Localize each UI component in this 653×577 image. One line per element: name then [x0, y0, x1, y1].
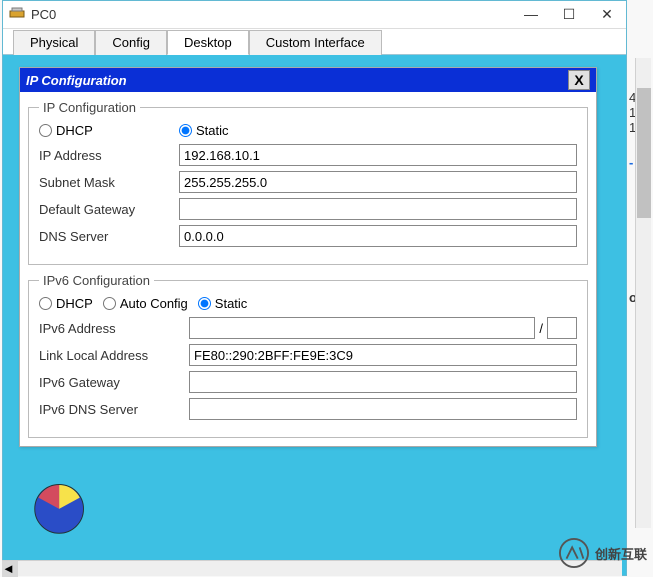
- tab-physical[interactable]: Physical: [13, 30, 95, 55]
- ipv6-static-radio[interactable]: [198, 297, 211, 310]
- subnet-mask-label: Subnet Mask: [39, 175, 179, 190]
- watermark: 创新互联: [559, 538, 647, 568]
- ipv6-gateway-input[interactable]: [189, 371, 577, 393]
- app-icon: [9, 5, 25, 24]
- desktop-app-icon[interactable]: [31, 477, 91, 537]
- dns-server-input[interactable]: [179, 225, 577, 247]
- ipv6-prefix-input[interactable]: [547, 317, 577, 339]
- watermark-text: 创新互联: [595, 544, 647, 563]
- default-gateway-input[interactable]: [179, 198, 577, 220]
- static-radio-label[interactable]: Static: [179, 123, 229, 138]
- prefix-separator: /: [535, 321, 547, 336]
- horizontal-scrollbar[interactable]: ◄: [2, 560, 622, 576]
- vertical-scrollbar[interactable]: [635, 58, 651, 528]
- link-local-input[interactable]: [189, 344, 577, 366]
- ipv6-static-radio-label[interactable]: Static: [198, 296, 248, 311]
- tab-config[interactable]: Config: [95, 30, 167, 55]
- brand-logo-icon: [559, 538, 589, 568]
- window-title: PC0: [31, 7, 56, 22]
- ipv4-fieldset: IP Configuration DHCP Static IP Address: [28, 100, 588, 265]
- ipv6-auto-radio-label[interactable]: Auto Config: [103, 296, 188, 311]
- tab-custom-interface[interactable]: Custom Interface: [249, 30, 382, 55]
- ip-address-input[interactable]: [179, 144, 577, 166]
- ipv6-dns-input[interactable]: [189, 398, 577, 420]
- ipv6-dhcp-radio-label[interactable]: DHCP: [39, 296, 93, 311]
- ipv6-auto-radio[interactable]: [103, 297, 116, 310]
- pc0-window: PC0 — ☐ ✕ Physical Config Desktop Custom…: [2, 0, 627, 576]
- dns-server-label: DNS Server: [39, 229, 179, 244]
- subwindow-title-bar: IP Configuration X: [20, 68, 596, 92]
- ipv4-legend: IP Configuration: [39, 100, 140, 115]
- window-close-button[interactable]: ✕: [588, 2, 626, 28]
- scroll-left-button[interactable]: ◄: [2, 561, 18, 577]
- subwindow-close-button[interactable]: X: [568, 70, 590, 90]
- ipv6-address-label: IPv6 Address: [39, 321, 189, 336]
- desktop-area: IP Configuration X IP Configuration DHCP…: [3, 55, 626, 575]
- title-bar: PC0 — ☐ ✕: [3, 1, 626, 29]
- static-radio[interactable]: [179, 124, 192, 137]
- link-local-label: Link Local Address: [39, 348, 189, 363]
- ipv6-fieldset: IPv6 Configuration DHCP Auto Config Stat…: [28, 273, 588, 438]
- subwindow-title: IP Configuration: [26, 73, 568, 88]
- tab-bar: Physical Config Desktop Custom Interface: [3, 29, 626, 55]
- dhcp-radio-label[interactable]: DHCP: [39, 123, 169, 138]
- default-gateway-label: Default Gateway: [39, 202, 179, 217]
- maximize-button[interactable]: ☐: [550, 2, 588, 28]
- tab-desktop[interactable]: Desktop: [167, 30, 249, 55]
- minimize-button[interactable]: —: [512, 2, 550, 28]
- ipv6-dns-label: IPv6 DNS Server: [39, 402, 189, 417]
- dhcp-radio[interactable]: [39, 124, 52, 137]
- vertical-scroll-thumb[interactable]: [637, 88, 651, 218]
- ip-configuration-window: IP Configuration X IP Configuration DHCP…: [19, 67, 597, 447]
- ipv6-legend: IPv6 Configuration: [39, 273, 154, 288]
- subnet-mask-input[interactable]: [179, 171, 577, 193]
- ip-address-label: IP Address: [39, 148, 179, 163]
- ipv6-gateway-label: IPv6 Gateway: [39, 375, 189, 390]
- ipv6-address-input[interactable]: [189, 317, 535, 339]
- ipv6-dhcp-radio[interactable]: [39, 297, 52, 310]
